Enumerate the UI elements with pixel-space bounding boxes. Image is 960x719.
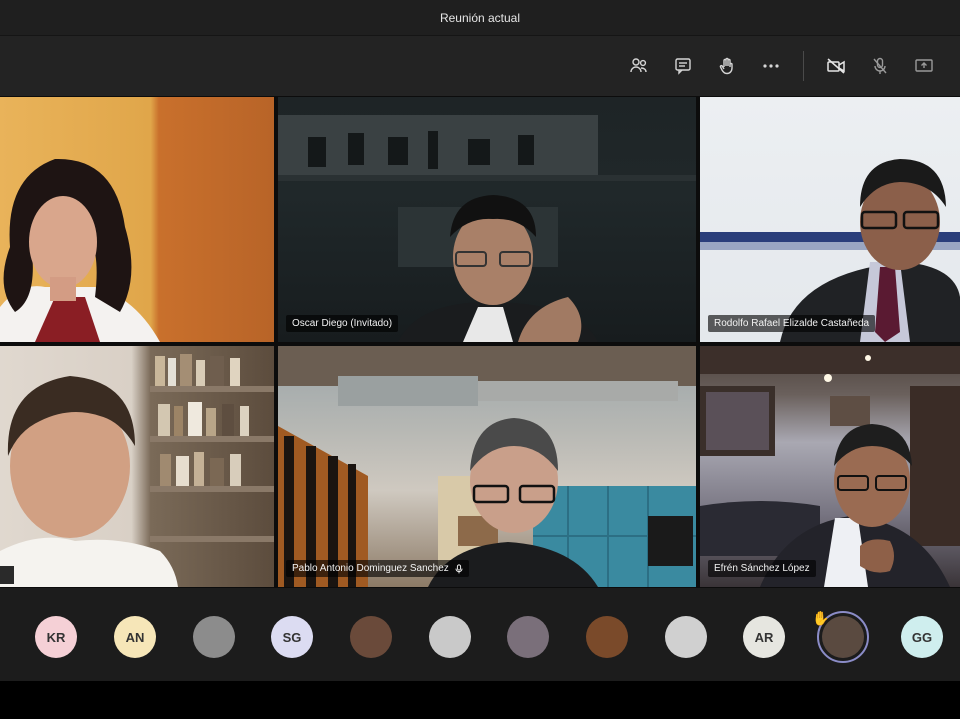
roster-avatar[interactable]: KR: [35, 616, 77, 658]
title-bar: Reunión actual: [0, 0, 960, 36]
roster-avatar[interactable]: [429, 616, 471, 658]
meeting-toolbar: [0, 36, 960, 96]
participants-button[interactable]: [619, 46, 659, 86]
video-tile-6[interactable]: Efrén Sánchez López: [700, 346, 960, 587]
raise-hand-button[interactable]: [707, 46, 747, 86]
participant-roster: KR AN SG AR ✋ GG: [0, 588, 960, 681]
video-tile-3[interactable]: Rodolfo Rafael Elizalde Castañeda: [700, 97, 960, 342]
mic-muted-icon: [455, 563, 463, 573]
participant-label: Pablo Antonio Dominguez Sanchez: [286, 560, 469, 577]
more-options-icon: [763, 64, 779, 68]
video-grid: Oscar Diego (Invitado) Rodolfo Rafael El…: [0, 97, 960, 587]
raised-hand-icon: ✋: [812, 610, 830, 626]
share-screen-icon: [915, 59, 933, 72]
roster-avatar[interactable]: [193, 616, 235, 658]
camera-toggle-button[interactable]: [816, 46, 856, 86]
bottom-bar: [0, 681, 960, 719]
chat-icon: [675, 58, 691, 75]
participant-label: Oscar Diego (Invitado): [286, 315, 399, 332]
roster-avatar[interactable]: AN: [114, 616, 156, 658]
video-feed: [700, 346, 960, 587]
toolbar-divider: [803, 51, 804, 81]
participants-icon: [630, 58, 647, 73]
video-feed: [278, 97, 696, 342]
roster-avatar[interactable]: [507, 616, 549, 658]
roster-avatar[interactable]: GG: [901, 616, 943, 658]
raise-hand-icon: [719, 57, 733, 75]
video-tile-5[interactable]: Pablo Antonio Dominguez Sanchez: [278, 346, 696, 587]
roster-avatar[interactable]: [586, 616, 628, 658]
video-tile-2[interactable]: Oscar Diego (Invitado): [278, 97, 696, 342]
mic-off-icon: [873, 57, 887, 74]
video-tile-1[interactable]: [0, 97, 274, 342]
chat-button[interactable]: [663, 46, 703, 86]
mic-toggle-button[interactable]: [860, 46, 900, 86]
participant-label: Efrén Sánchez López: [708, 560, 816, 577]
video-feed: [0, 346, 274, 587]
roster-avatar[interactable]: AR: [743, 616, 785, 658]
roster-avatar[interactable]: [350, 616, 392, 658]
more-options-button[interactable]: [751, 46, 791, 86]
participant-label: Rodolfo Rafael Elizalde Castañeda: [708, 315, 876, 332]
video-feed: [278, 346, 696, 587]
share-screen-button[interactable]: [904, 46, 944, 86]
roster-avatar[interactable]: [665, 616, 707, 658]
roster-avatar[interactable]: SG: [271, 616, 313, 658]
video-feed: [0, 97, 274, 342]
camera-off-icon: [827, 58, 845, 74]
meeting-title: Reunión actual: [439, 10, 521, 25]
video-tile-4[interactable]: [0, 346, 274, 587]
video-feed: [700, 97, 960, 342]
